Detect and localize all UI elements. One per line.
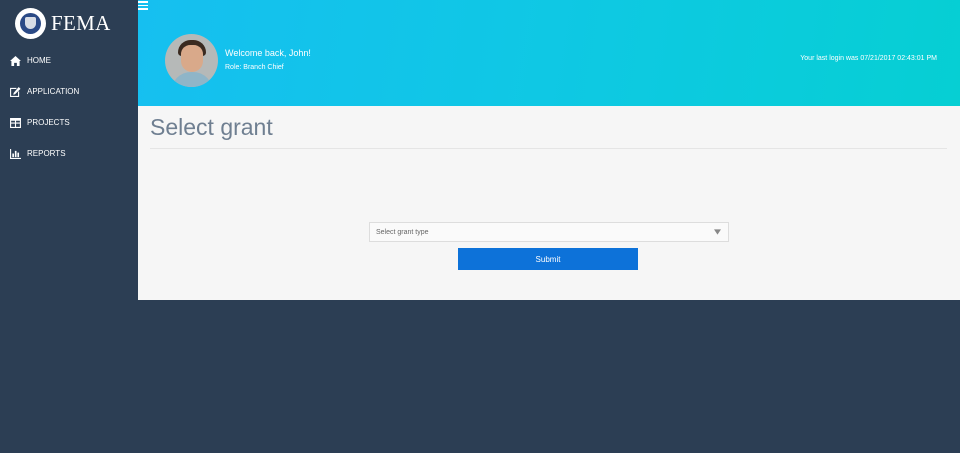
welcome-message: Welcome back, John! <box>225 48 311 58</box>
home-icon <box>9 55 22 66</box>
sidebar-nav: HOME APPLICATION PROJECTS REPORTS <box>0 45 138 169</box>
avatar <box>165 34 218 87</box>
brand-name: FEMA <box>51 10 111 35</box>
sidebar-item-home[interactable]: HOME <box>0 45 138 76</box>
submit-button[interactable]: Submit <box>458 248 638 270</box>
grant-type-select-value: Select grant type <box>376 228 429 236</box>
last-login-text: Your last login was 07/21/2017 02:43:01 … <box>800 55 937 62</box>
edit-icon <box>9 86 22 97</box>
sidebar-item-label: HOME <box>27 56 51 65</box>
sidebar-item-projects[interactable]: PROJECTS <box>0 107 138 138</box>
table-icon <box>9 117 22 128</box>
sidebar-item-label: PROJECTS <box>27 118 70 127</box>
hamburger-icon[interactable] <box>138 1 148 10</box>
dhs-seal-icon <box>15 7 46 39</box>
title-divider <box>150 148 947 149</box>
sidebar-item-label: REPORTS <box>27 149 66 158</box>
sidebar: FEMA HOME APPLICATION PROJECTS REPORTS <box>0 0 138 453</box>
sidebar-item-reports[interactable]: REPORTS <box>0 138 138 169</box>
grant-type-select[interactable]: Select grant type <box>369 222 729 242</box>
user-role: Role: Branch Chief <box>225 64 284 71</box>
fema-logo[interactable]: FEMA <box>15 7 111 39</box>
main-content: Select grant Select grant type Submit <box>138 106 960 300</box>
sidebar-item-application[interactable]: APPLICATION <box>0 76 138 107</box>
header: Welcome back, John! Role: Branch Chief Y… <box>138 0 960 106</box>
dropdown-arrow-icon <box>710 227 724 237</box>
sidebar-item-label: APPLICATION <box>27 87 80 96</box>
bar-chart-icon <box>9 148 22 159</box>
page-title: Select grant <box>150 114 273 140</box>
